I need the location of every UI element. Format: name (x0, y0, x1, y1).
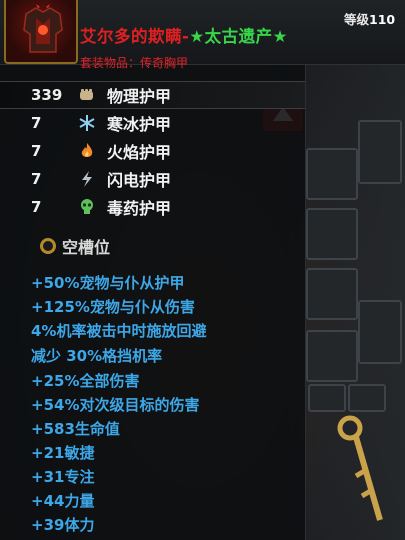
item-legacy-suffix: 太古遗产 (204, 27, 273, 46)
modifier-line: +44力量 (31, 492, 95, 510)
item-name-main: 艾尔多的欺瞒- (80, 27, 190, 46)
stat-row-poison-armor: 7 毒药护甲 (0, 194, 305, 220)
equipment-slot[interactable] (306, 208, 358, 260)
modifier-line: +50%宠物与仆从护甲 (31, 274, 185, 292)
stat-label: 毒药护甲 (107, 199, 172, 218)
stat-label: 寒冰护甲 (107, 115, 172, 134)
key-icon (337, 415, 383, 521)
poison-skull-icon (77, 197, 97, 217)
stat-label: 物理护甲 (107, 87, 172, 106)
modifier-line: +583生命值 (31, 420, 120, 438)
stat-label: 火焰护甲 (107, 143, 172, 162)
modifier-line: +39体力 (31, 516, 95, 534)
snowflake-icon (77, 113, 97, 133)
stat-value: 7 (31, 198, 42, 216)
stat-value: 339 (31, 86, 63, 104)
stat-value: 7 (31, 114, 42, 132)
stat-label: 闪电护甲 (107, 171, 172, 190)
modifier-line: +125%宠物与仆从伤害 (31, 298, 195, 316)
stat-row-fire-armor: 7 火焰护甲 (0, 138, 305, 164)
equipment-slot[interactable] (306, 148, 358, 200)
stat-value: 7 (31, 142, 42, 160)
item-name: 艾尔多的欺瞒-★太古遗产★ (80, 23, 288, 47)
star-icon: ★ (189, 27, 205, 46)
equipment-slot[interactable] (348, 384, 386, 412)
modifier-line: 4%机率被击中时施放回避 (31, 322, 207, 340)
level-label: 等级 (344, 12, 370, 27)
modifier-line: +54%对次级目标的伤害 (31, 396, 200, 414)
level-value: 110 (369, 12, 396, 27)
modifier-line: 减少 30%格挡机率 (31, 347, 163, 365)
socket-label: 空槽位 (62, 238, 111, 257)
equipment-slot[interactable] (306, 330, 358, 382)
stat-row-cold-armor: 7 寒冰护甲 (0, 110, 305, 136)
equipment-slot[interactable] (308, 384, 346, 412)
equipment-slot[interactable] (306, 268, 358, 320)
stat-row-physical-armor: 339 物理护甲 (0, 81, 305, 109)
stat-row-lightning-armor: 7 闪电护甲 (0, 166, 305, 192)
equipment-slot[interactable] (358, 120, 402, 184)
item-portrait-frame (4, 0, 78, 64)
item-level: 等级110 (344, 9, 395, 28)
modifier-line: +21敏捷 (31, 444, 95, 462)
lightning-icon (77, 169, 97, 189)
equipment-slot[interactable] (358, 300, 402, 364)
modifier-line: +25%全部伤害 (31, 372, 140, 390)
modifier-line: +31专注 (31, 468, 95, 486)
socket-ring-icon (40, 238, 56, 254)
fist-icon (77, 85, 97, 105)
empty-socket: 空槽位 (40, 234, 110, 258)
stat-value: 7 (31, 170, 42, 188)
star-icon: ★ (272, 27, 288, 46)
flame-icon (77, 141, 97, 161)
chest-armor-icon (23, 4, 63, 53)
set-item-line: 套装物品：传奇胸甲 (80, 56, 189, 70)
